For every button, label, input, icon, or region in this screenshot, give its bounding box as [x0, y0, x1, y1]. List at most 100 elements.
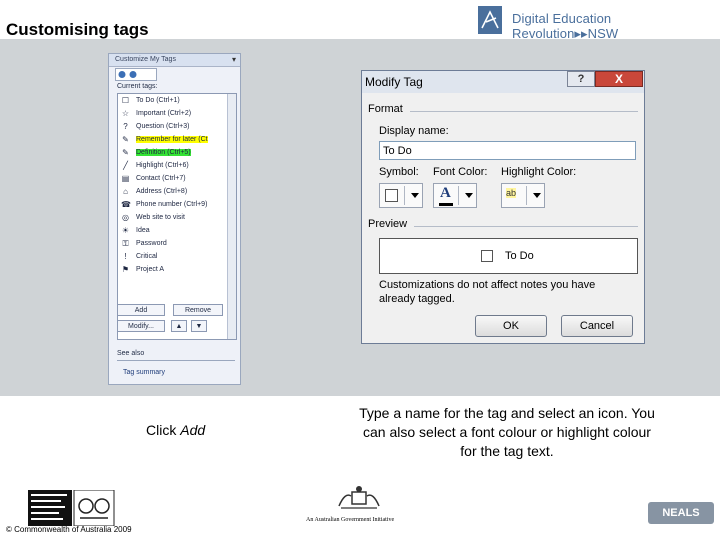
tag-label: Password — [136, 240, 167, 247]
symbol-dropdown[interactable] — [379, 183, 423, 208]
modify-button[interactable]: Modify... — [117, 320, 165, 332]
tag-list-item[interactable]: ! Critical — [118, 250, 236, 263]
neals-logo: NEALS — [648, 502, 714, 524]
chevron-down-icon — [411, 193, 419, 198]
click-add-caption: Click Add — [146, 422, 205, 438]
customization-note: Customizations do not affect notes you h… — [379, 279, 596, 305]
exclamation-icon: ! — [124, 252, 127, 261]
customize-tags-pane: Customize My Tags ▾ Current tags: ☐ To Do… — [108, 53, 241, 385]
tag-list-item[interactable]: ✎ Definition (Ctrl+5) — [118, 146, 236, 159]
highlight-color-label: Highlight Color: — [501, 166, 577, 178]
chevron-down-icon — [533, 193, 541, 198]
see-also-label: See also — [117, 350, 145, 357]
tag-label: Highlight (Ctrl+6) — [136, 162, 189, 169]
preview-divider — [414, 226, 638, 227]
preview-label: Preview — [368, 218, 408, 230]
pane-header: Customize My Tags ▾ — [109, 54, 240, 67]
tag-list-item[interactable]: ✎ Remember for later (Ct — [118, 133, 236, 146]
tag-label: Address (Ctrl+8) — [136, 188, 188, 195]
chevron-down-icon — [465, 193, 473, 198]
modify-tag-dialog: Modify Tag ? X Format Display name: Symb… — [361, 70, 645, 344]
checkbox-icon: ☐ — [121, 96, 130, 105]
tag-label: To Do (Ctrl+1) — [136, 97, 180, 104]
tag-label: Remember for later (Ct — [136, 136, 208, 143]
copyright-text: © Commonwealth of Australia 2009 — [6, 525, 132, 534]
add-button[interactable]: Add — [117, 304, 165, 316]
pane-nav-buttons[interactable] — [115, 68, 157, 81]
tag-list-item[interactable]: ◎ Web site to visit — [118, 211, 236, 224]
font-color-label: Font Color: — [433, 166, 488, 178]
tag-label: Definition (Ctrl+5) — [136, 149, 191, 156]
banner-text: Digital Education Revolution▸▸NSW — [512, 11, 619, 41]
highlighter-icon: ✎ — [122, 135, 129, 144]
display-name-label: Display name: — [379, 125, 449, 137]
tag-label: Question (Ctrl+3) — [136, 123, 190, 130]
globe-icon: ◎ — [122, 213, 129, 222]
move-down-icon[interactable]: ▼ — [191, 320, 207, 332]
phone-icon: ☎ — [121, 200, 131, 209]
pane-title: Customize My Tags — [115, 56, 176, 63]
house-icon: ⌂ — [123, 187, 128, 196]
star-icon: ☆ — [121, 109, 130, 118]
preview-box: To Do — [379, 238, 638, 274]
tag-list-item[interactable]: ? Question (Ctrl+3) — [118, 120, 236, 133]
slide-title: Customising tags — [6, 20, 149, 39]
font-color-dropdown[interactable]: A — [433, 183, 477, 208]
back-forward-icon — [118, 71, 137, 78]
font-color-icon: A — [440, 185, 451, 201]
tag-list-item[interactable]: ╱ Highlight (Ctrl+6) — [118, 159, 236, 172]
tag-list-item[interactable]: ⌂ Address (Ctrl+8) — [118, 185, 236, 198]
see-also-divider — [117, 360, 235, 361]
der-logo-icon — [478, 6, 502, 34]
question-icon: ? — [123, 122, 128, 131]
display-name-input[interactable] — [379, 141, 636, 160]
help-button[interactable]: ? — [567, 71, 595, 87]
ok-button[interactable]: OK — [475, 315, 547, 337]
tag-list-item[interactable]: ☀ Idea — [118, 224, 236, 237]
tag-label: Contact (Ctrl+7) — [136, 175, 186, 182]
remove-button[interactable]: Remove — [173, 304, 223, 316]
click-prefix: Click — [146, 422, 181, 438]
tag-list-item[interactable]: ⚿ Password — [118, 237, 236, 250]
description-caption: Type a name for the tag and select an ic… — [359, 405, 655, 459]
checkbox-icon — [385, 189, 398, 202]
cancel-button[interactable]: Cancel — [561, 315, 633, 337]
contact-card-icon: ▤ — [121, 174, 130, 183]
tag-list-item[interactable]: ☎ Phone number (Ctrl+9) — [118, 198, 236, 211]
highlight-color-dropdown[interactable]: ab — [501, 183, 545, 208]
font-color-swatch — [439, 203, 453, 206]
tag-list-scrollbar[interactable] — [227, 94, 236, 339]
key-icon: ⚿ — [122, 239, 129, 248]
preview-text: To Do — [505, 250, 534, 262]
current-tags-label: Current tags: — [117, 83, 158, 90]
format-label: Format — [368, 103, 403, 115]
tag-label: Important (Ctrl+2) — [136, 110, 192, 117]
click-action: Add — [180, 422, 206, 438]
tag-list-item[interactable]: ☐ To Do (Ctrl+1) — [118, 94, 236, 107]
tag-list-item[interactable]: ☆ Important (Ctrl+2) — [118, 107, 236, 120]
tag-label: Project A — [136, 266, 165, 273]
preview-checkbox-icon — [481, 250, 493, 262]
australian-coat-of-arms-icon — [338, 486, 380, 509]
tag-list-item[interactable]: ⚑ Project A — [118, 263, 236, 276]
tag-label: Idea — [136, 227, 150, 234]
close-button[interactable]: X — [595, 71, 643, 87]
dialog-title: Modify Tag — [365, 75, 423, 89]
format-divider — [410, 111, 638, 112]
tag-label: Critical — [136, 253, 158, 260]
symbol-label: Symbol: — [379, 166, 419, 178]
tag-label: Web site to visit — [136, 214, 185, 221]
flag-icon: ⚑ — [121, 265, 130, 274]
highlighter-icon: ab — [506, 188, 517, 198]
government-initiative-text: An Australian Government Initiative — [306, 517, 395, 523]
nsw-department-logo-icon — [28, 490, 115, 526]
tag-summary-link[interactable]: Tag summary — [123, 369, 165, 376]
lightbulb-icon: ☀ — [121, 226, 130, 235]
highlighter-icon: ✎ — [122, 148, 129, 157]
move-up-icon[interactable]: ▲ — [171, 320, 187, 332]
tag-list[interactable]: ☐ To Do (Ctrl+1) ☆ Important (Ctrl+2)? Quest… — [117, 93, 237, 340]
pane-close-icon[interactable]: ▾ — [232, 55, 236, 64]
pen-icon: ╱ — [123, 161, 128, 170]
tag-label: Phone number (Ctrl+9) — [136, 201, 208, 208]
tag-list-item[interactable]: ▤ Contact (Ctrl+7) — [118, 172, 236, 185]
